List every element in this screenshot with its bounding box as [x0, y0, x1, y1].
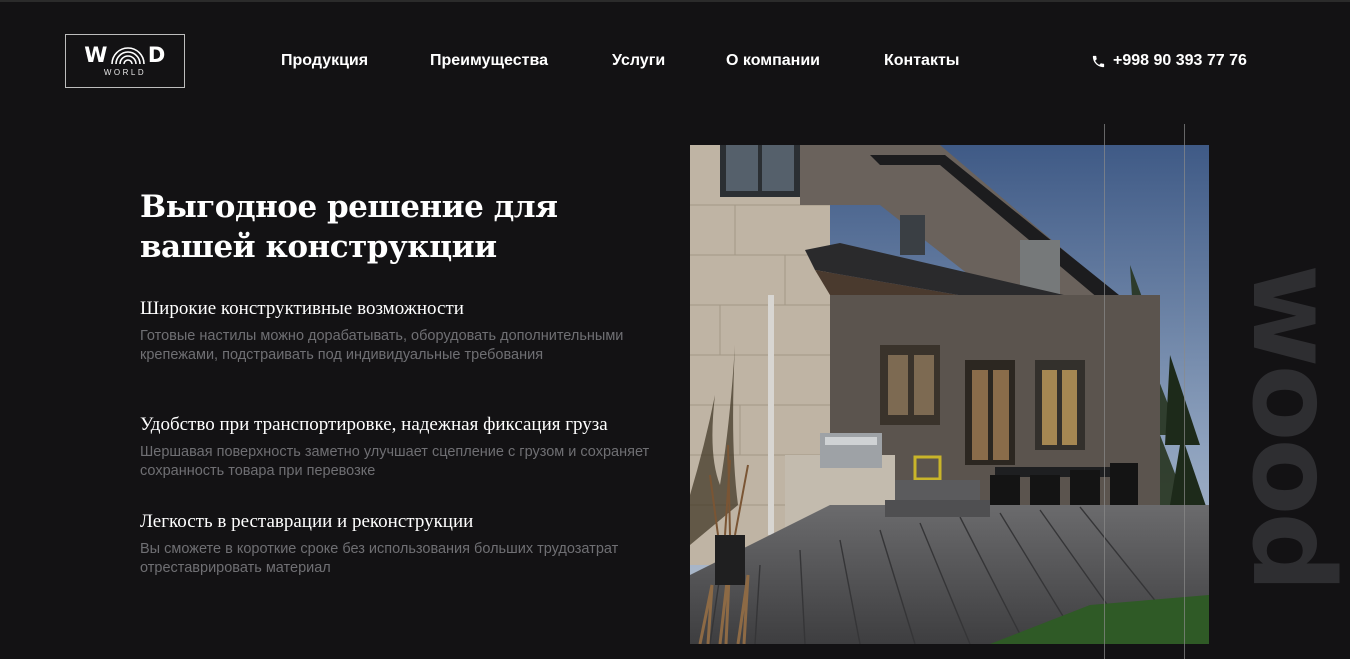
- feature-title: Широкие конструктивные возможности: [140, 298, 464, 319]
- side-word: wood: [1227, 264, 1350, 590]
- decor-line: [1184, 124, 1185, 659]
- feature-item: Удобство при транспортировке, надежная ф…: [140, 413, 660, 481]
- hero-photo: [690, 145, 1209, 644]
- nav-contacts[interactable]: Контакты: [884, 52, 959, 70]
- phone-number: +998 90 393 77 76: [1113, 52, 1247, 69]
- logo-letter-left: W: [84, 43, 108, 67]
- phone-icon: [1092, 55, 1105, 67]
- nav-services[interactable]: Услуги: [612, 52, 665, 70]
- nav-about[interactable]: О компании: [726, 52, 820, 70]
- nav-products[interactable]: Продукция: [281, 52, 368, 70]
- feature-item: Легкость в реставрации и реконструкции В…: [140, 510, 660, 578]
- feature-text: Вы сможете в короткие сроке без использо…: [140, 541, 619, 576]
- feature-item: Широкие конструктивные возможности Готов…: [140, 297, 660, 365]
- page-title: Выгодное решение для вашей конструкции: [140, 189, 558, 265]
- feature-text: Шершавая поверхность заметно улучшает сц…: [140, 444, 650, 479]
- nav-advantages[interactable]: Преимущества: [430, 52, 548, 70]
- house-deck-image: [690, 145, 1209, 644]
- feature-title: Удобство при транспортировке, надежная ф…: [140, 414, 608, 435]
- logo-subtitle: WORLD: [103, 68, 147, 77]
- logo-letter-right: D: [147, 43, 166, 67]
- feature-text: Готовые настилы можно дорабатывать, обор…: [140, 328, 624, 363]
- phone-link[interactable]: +998 90 393 77 76: [1091, 52, 1247, 70]
- logo-wordmark: W D: [84, 45, 166, 66]
- logo[interactable]: W D WORLD: [65, 34, 185, 88]
- decor-line: [1104, 124, 1105, 659]
- logo-rings-icon: [111, 46, 145, 64]
- feature-title: Легкость в реставрации и реконструкции: [140, 511, 474, 532]
